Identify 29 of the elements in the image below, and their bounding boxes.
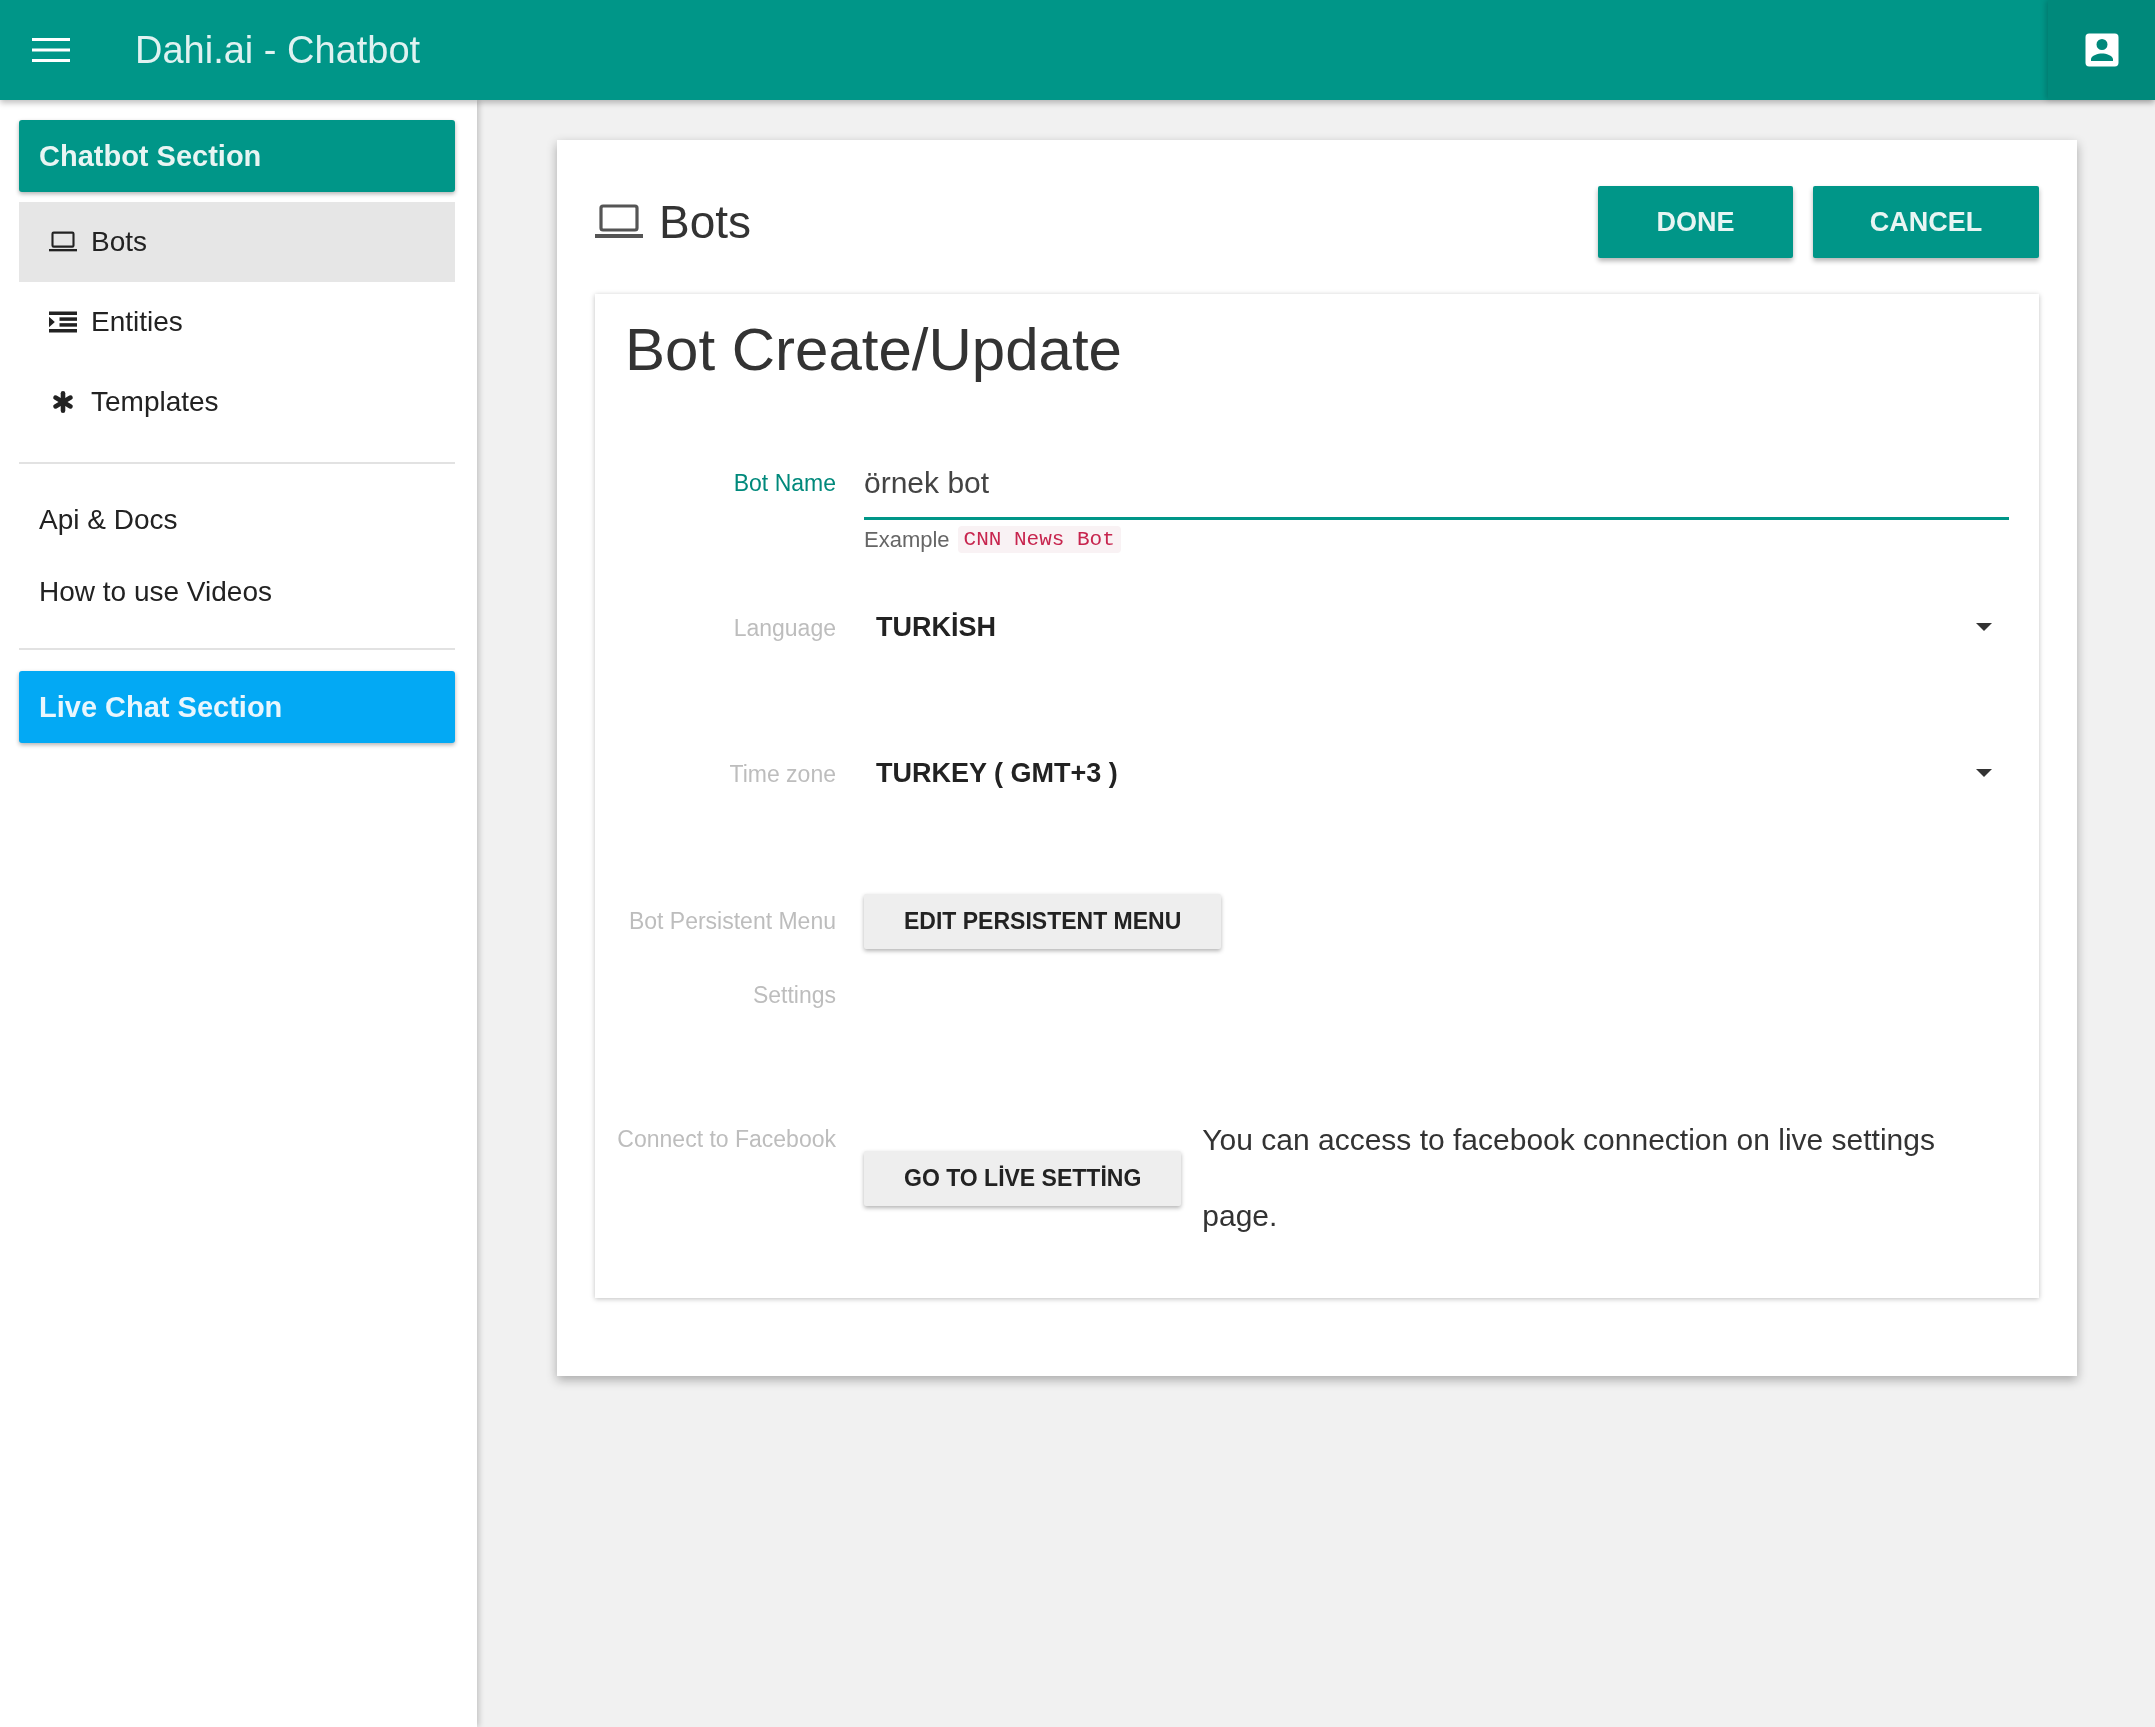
form-title: Bot Create/Update — [624, 315, 1123, 385]
edit-menu-button[interactable]: EDIT PERSISTENT MENU — [864, 894, 1222, 949]
app-title: Dahi.ai - Chatbot — [135, 28, 421, 72]
field-label: Bot Persistent Menu — [627, 907, 836, 936]
text-field[interactable]: örnek bot — [864, 458, 2009, 520]
field-label: Language — [732, 614, 836, 643]
laptop-icon — [49, 231, 77, 253]
laptop-icon — [595, 204, 643, 240]
list-icon — [49, 311, 77, 333]
code-sample: CNN News Bot — [957, 526, 1121, 553]
menu-icon[interactable] — [32, 38, 70, 62]
dropdown[interactable]: TURKEY ( GMT+3 ) — [864, 749, 2009, 797]
info-text: You can access to facebook connection on live settings page. — [1202, 1122, 1936, 1234]
profile-button[interactable] — [2048, 0, 2155, 100]
sidebar-link[interactable]: How to use Videos — [39, 576, 272, 608]
caret-icon — [1976, 769, 1992, 777]
live-settings-button[interactable]: GO TO LİVE SETTİNG — [864, 1151, 1182, 1206]
field-label: Bot Name — [732, 469, 836, 498]
field-label: Time zone — [728, 760, 836, 789]
field-label: Connect to Facebook — [616, 1125, 836, 1154]
nav-item[interactable]: Bots — [19, 202, 455, 282]
dropdown[interactable]: TURKİSH — [864, 603, 2009, 651]
field-label: Settings — [751, 982, 836, 1009]
sidebar-link[interactable]: Api & Docs — [39, 504, 178, 536]
page-title: Bots — [659, 195, 752, 249]
hint-text: Example — [864, 526, 950, 553]
nav-item[interactable]: Templates — [19, 362, 455, 442]
nav-item[interactable]: Entities — [19, 282, 455, 362]
caret-icon — [1976, 623, 1992, 631]
